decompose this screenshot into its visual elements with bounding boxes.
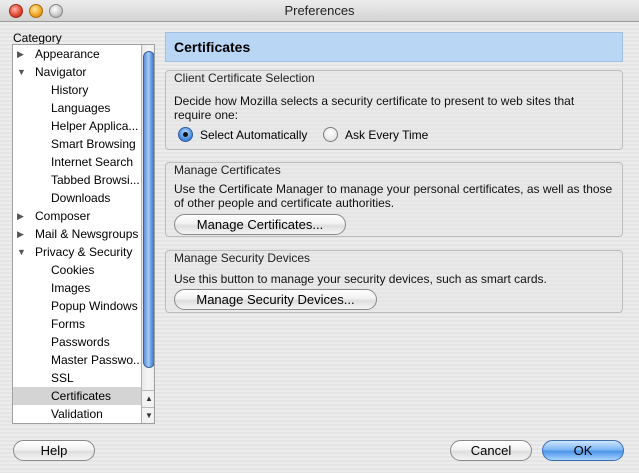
tree-item-label: Forms xyxy=(51,317,85,331)
help-button[interactable]: Help xyxy=(13,440,95,461)
client-certificate-description-line1: Decide how Mozilla selects a security ce… xyxy=(174,94,575,108)
tree-item-label: Privacy & Security xyxy=(35,245,133,259)
client-certificate-description-line2: require one: xyxy=(174,108,239,122)
tree-item[interactable]: Passwords xyxy=(13,333,141,351)
title-bar[interactable]: Preferences xyxy=(0,0,639,22)
scroll-down-arrow-icon[interactable]: ▼ xyxy=(142,407,154,422)
select-automatically-radio[interactable] xyxy=(178,127,193,142)
tree-item[interactable]: Internet Search xyxy=(13,153,141,171)
tree-scroll-thumb[interactable] xyxy=(143,51,154,368)
tree-item-label: Languages xyxy=(51,101,111,115)
manage-security-devices-description: Use this button to manage your security … xyxy=(174,272,547,286)
tree-item[interactable]: Certificates xyxy=(13,387,141,405)
category-label: Category xyxy=(13,31,62,45)
tree-item-label: Certificates xyxy=(51,389,112,403)
client-certificate-caption: Client Certificate Selection xyxy=(174,71,315,85)
cancel-button[interactable]: Cancel xyxy=(450,440,532,461)
tree-item[interactable]: Helper Applica... xyxy=(13,117,141,135)
tree-item[interactable]: ▼ Navigator xyxy=(13,63,141,81)
category-tree[interactable]: ▶ Appearance ▼ Navigator History Languages Hel… xyxy=(12,44,155,424)
manage-security-devices-group: Manage Security Devices Use this button … xyxy=(165,250,623,313)
tree-item-label: Cookies xyxy=(51,263,95,277)
tree-item-label: Downloads xyxy=(51,191,111,205)
tree-item[interactable]: Cookies xyxy=(13,261,141,279)
tree-item-label: Validation xyxy=(51,407,103,421)
tree-item-label: Internet Search xyxy=(51,155,134,169)
tree-item-label: Appearance xyxy=(35,47,100,61)
tree-item[interactable]: Validation xyxy=(13,405,141,423)
tree-item-label: Passwords xyxy=(51,335,110,349)
manage-certificates-button[interactable]: Manage Certificates... xyxy=(174,214,346,235)
tree-item-label: Mail & Newsgroups xyxy=(35,227,139,241)
tree-item[interactable]: Popup Windows xyxy=(13,297,141,315)
tree-item-label: Navigator xyxy=(35,65,87,79)
tree-item[interactable]: ▶ Appearance xyxy=(13,45,141,63)
ask-every-time-radio[interactable] xyxy=(323,127,338,142)
manage-security-devices-caption: Manage Security Devices xyxy=(174,251,311,265)
tree-item[interactable]: ▶ Mail & Newsgroups xyxy=(13,225,141,243)
window-title: Preferences xyxy=(284,3,355,18)
tree-item-label: Helper Applica... xyxy=(51,119,139,133)
tree-item[interactable]: SSL xyxy=(13,369,141,387)
tree-item-label: Smart Browsing xyxy=(51,137,136,151)
tree-item-label: Tabbed Browsi... xyxy=(51,173,140,187)
disclosure-open-icon[interactable]: ▼ xyxy=(17,63,27,81)
tree-item-label: Composer xyxy=(35,209,91,223)
manage-certificates-description-line1: Use the Certificate Manager to manage yo… xyxy=(174,182,613,196)
tree-item[interactable]: Languages xyxy=(13,99,141,117)
manage-certificates-description-line2: of other people and certificate authorit… xyxy=(174,196,395,210)
tree-item[interactable]: ▼ Privacy & Security xyxy=(13,243,141,261)
tree-item[interactable]: Forms xyxy=(13,315,141,333)
tree-item[interactable]: Master Passwo... xyxy=(13,351,141,369)
tree-scrollbar[interactable]: ▲ ▼ xyxy=(141,45,154,423)
scroll-up-arrow-icon[interactable]: ▲ xyxy=(142,390,154,405)
disclosure-closed-icon[interactable]: ▶ xyxy=(17,225,27,243)
pane-header: Certificates xyxy=(165,32,623,62)
preferences-window: Category ▶ Appearance ▼ Navigator History Lan… xyxy=(0,22,639,473)
tree-item-label: History xyxy=(51,83,89,97)
tree-item-label: Popup Windows xyxy=(51,299,138,313)
disclosure-closed-icon[interactable]: ▶ xyxy=(17,207,27,225)
tree-item-label: SSL xyxy=(51,371,74,385)
ok-button[interactable]: OK xyxy=(542,440,624,461)
tree-item-label: Master Passwo... xyxy=(51,353,141,367)
tree-item[interactable]: Images xyxy=(13,279,141,297)
tree-item-label: Images xyxy=(51,281,91,295)
select-automatically-label[interactable]: Select Automatically xyxy=(200,128,307,142)
tree-item[interactable]: Tabbed Browsi... xyxy=(13,171,141,189)
manage-security-devices-button[interactable]: Manage Security Devices... xyxy=(174,289,377,310)
disclosure-closed-icon[interactable]: ▶ xyxy=(17,45,27,63)
ask-every-time-label[interactable]: Ask Every Time xyxy=(345,128,428,142)
manage-certificates-group: Manage Certificates Use the Certificate … xyxy=(165,162,623,237)
client-certificate-group: Client Certificate Selection Decide how … xyxy=(165,70,623,150)
pane-title: Certificates xyxy=(174,39,251,55)
disclosure-open-icon[interactable]: ▼ xyxy=(17,243,27,261)
tree-item[interactable]: Downloads xyxy=(13,189,141,207)
tree-item[interactable]: History xyxy=(13,81,141,99)
tree-item[interactable]: Smart Browsing xyxy=(13,135,141,153)
manage-certificates-caption: Manage Certificates xyxy=(174,163,281,177)
tree-item[interactable]: ▶ Composer xyxy=(13,207,141,225)
